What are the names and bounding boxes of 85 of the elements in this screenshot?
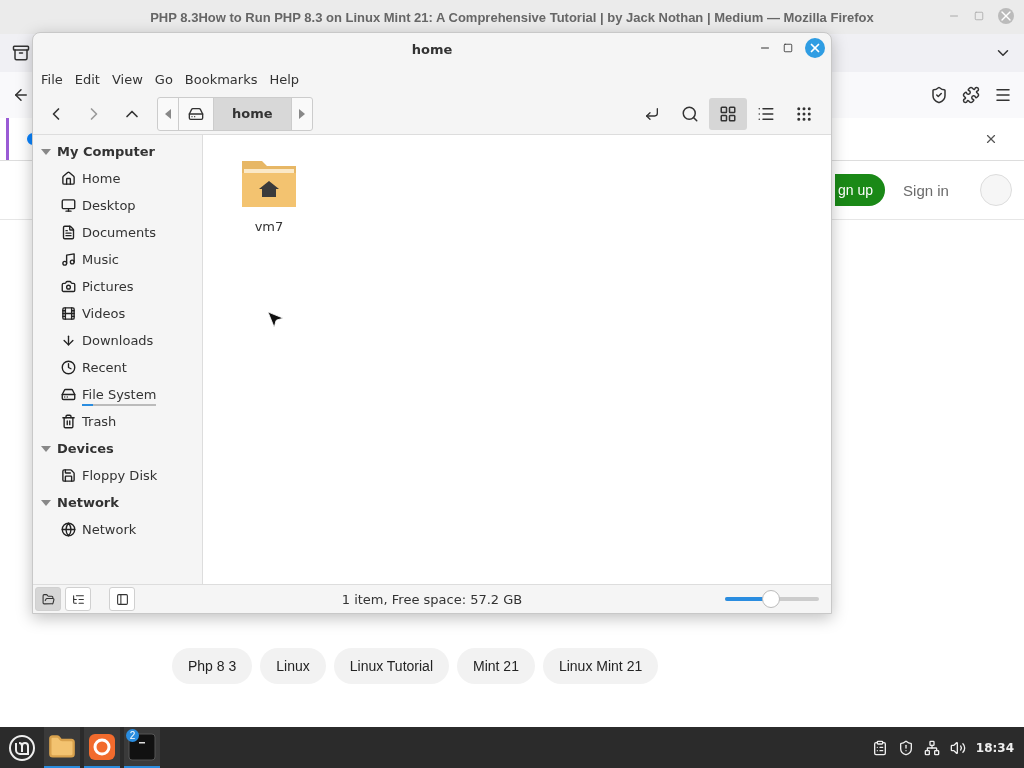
tag-chip[interactable]: Linux [260, 648, 326, 684]
compact-view-icon [795, 104, 813, 123]
sidebar-item[interactable]: Videos [33, 300, 202, 327]
folder-item[interactable]: vm7 [225, 155, 313, 236]
terminal-taskbar-button[interactable]: 2 [124, 727, 160, 768]
menu-item[interactable]: Edit [68, 71, 106, 87]
volume-icon[interactable] [949, 739, 966, 756]
return-arrow-icon [644, 105, 660, 122]
zoom-slider[interactable] [725, 590, 819, 608]
extensions-icon[interactable] [962, 86, 980, 104]
browser-icon [88, 732, 116, 761]
tag-chip[interactable]: Php 8 3 [172, 648, 253, 684]
menu-item[interactable]: Go [148, 71, 179, 87]
pointer-icon [265, 309, 285, 329]
icon-view-button[interactable] [709, 97, 747, 130]
monitor-icon [61, 198, 76, 213]
globe-icon [61, 522, 76, 537]
maximize-icon[interactable] [783, 43, 793, 53]
tree-button[interactable] [65, 587, 91, 611]
close-button[interactable] [805, 38, 825, 58]
status-text: 1 item, Free space: 57.2 GB [340, 591, 524, 607]
menu-item[interactable]: Bookmarks [178, 71, 264, 87]
triangle-right-icon [297, 107, 306, 120]
tree-icon [71, 592, 85, 606]
sidebar-item[interactable]: Documents [33, 219, 202, 246]
files-taskbar-button[interactable] [44, 727, 80, 768]
clock-icon [61, 360, 76, 375]
expander-icon[interactable] [41, 444, 51, 453]
tag-chip[interactable]: Linux Mint 21 [542, 648, 659, 684]
folder-icon [48, 732, 76, 761]
floppy-icon [61, 468, 76, 483]
sidebar-item[interactable]: Recent [33, 354, 202, 381]
terminal-icon [128, 732, 156, 761]
sidebar-item[interactable]: File System [33, 381, 202, 408]
sidebar-item[interactable]: Desktop [33, 192, 202, 219]
sidebar-icon [115, 592, 129, 606]
mint-logo-icon [8, 733, 36, 762]
download-icon [61, 333, 76, 348]
section-heading: My Computer [57, 144, 155, 159]
folder-icon [41, 592, 55, 606]
sidebar-item[interactable]: Trash [33, 408, 202, 435]
expander-icon[interactable] [41, 498, 51, 507]
section-heading: Network [57, 495, 119, 510]
path-crumb[interactable]: home [214, 97, 292, 130]
camera-icon [61, 279, 76, 294]
sidebar-item[interactable]: Pictures [33, 273, 202, 300]
shield-icon[interactable] [897, 739, 914, 756]
sidebar-item[interactable]: Home [33, 165, 202, 192]
drive-icon [188, 105, 204, 122]
menu-item[interactable]: View [105, 71, 149, 87]
close-icon [808, 41, 822, 55]
notification-badge: 2 [126, 729, 139, 742]
menu-item[interactable]: File [35, 71, 69, 87]
sign-in-link[interactable]: Sign in [903, 181, 949, 199]
back-icon[interactable] [12, 86, 30, 104]
expander-icon[interactable] [41, 147, 51, 156]
close-icon[interactable] [984, 132, 998, 146]
film-icon [61, 306, 76, 321]
sidebar-item[interactable]: Floppy Disk [33, 462, 202, 489]
section-heading: Devices [57, 441, 114, 456]
toggle-sidebar-button[interactable] [109, 587, 135, 611]
clock[interactable]: 18:34 [975, 740, 1014, 755]
drive-icon [61, 387, 76, 402]
music-icon [61, 252, 76, 267]
search-icon [681, 104, 699, 123]
grid-view-icon [719, 104, 737, 123]
tag-chip[interactable]: Linux Tutorial [333, 648, 449, 684]
document-icon [61, 225, 76, 240]
sidebar-item[interactable]: Network [33, 516, 202, 543]
triangle-left-icon [164, 107, 172, 120]
tab-list-icon[interactable] [12, 44, 30, 62]
menu-icon[interactable] [994, 86, 1012, 104]
network-icon[interactable] [923, 739, 940, 756]
home-icon [61, 171, 76, 186]
browser-taskbar-button[interactable] [84, 727, 120, 768]
clipboard-icon[interactable] [871, 739, 888, 756]
window-title: home [411, 41, 453, 57]
menu-item[interactable]: Help [263, 71, 306, 87]
window-title: PHP 8.3How to Run PHP 8.3 on Linux Mint 21: A Comprehensive Tutorial | by Jack Nothan | Medium — Mozilla Firefox [150, 9, 874, 25]
sign-up-button[interactable]: gn up [835, 174, 886, 206]
trash-icon [61, 414, 76, 429]
sidebar-item[interactable]: Music [33, 246, 202, 273]
sidebar-item[interactable]: Downloads [33, 327, 202, 354]
places-button[interactable] [35, 587, 61, 611]
tag-chip[interactable]: Mint 21 [457, 648, 535, 684]
